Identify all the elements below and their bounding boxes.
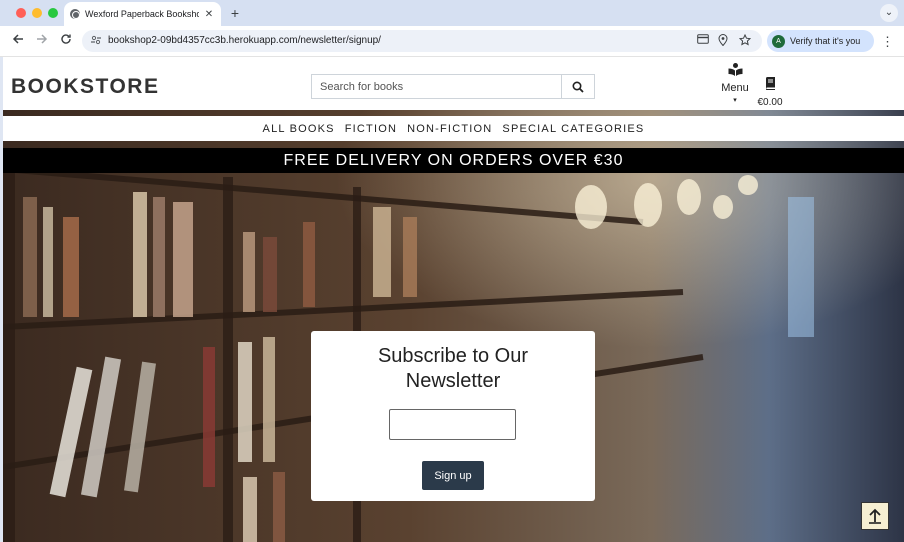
avatar: A	[772, 34, 785, 48]
caret-down-icon: ▾	[733, 97, 737, 104]
location-pin-icon[interactable]	[716, 34, 730, 49]
email-field[interactable]	[389, 409, 516, 440]
browser-tab-strip: Wexford Paperback Bookshop ✕ + ⌄	[0, 0, 904, 26]
url-text[interactable]: bookshop2-09bd4357cc3b.herokuapp.com/new…	[108, 35, 381, 46]
sign-up-button[interactable]: Sign up	[422, 461, 484, 490]
menu-dropdown[interactable]: Menu ▾	[717, 63, 753, 104]
verify-identity-chip[interactable]: A Verify that it's you	[767, 30, 874, 52]
arrow-right-icon	[37, 34, 48, 44]
browser-tab[interactable]: Wexford Paperback Bookshop ✕	[64, 2, 221, 26]
delivery-banner: FREE DELIVERY ON ORDERS OVER €30	[3, 148, 904, 173]
tab-close-icon[interactable]: ✕	[203, 9, 215, 20]
browser-menu-icon[interactable]: ⋮	[881, 34, 894, 50]
search-input[interactable]	[312, 75, 562, 98]
site-header: BOOKSTORE Menu ▾ €0.00	[3, 57, 904, 110]
shopping-bag-link[interactable]: €0.00	[755, 77, 785, 108]
tab-title: Wexford Paperback Bookshop	[85, 9, 199, 19]
search-button[interactable]	[561, 75, 594, 98]
main-nav: ALL BOOKS FICTION NON-FICTION SPECIAL CA…	[3, 116, 904, 141]
page-viewport: BOOKSTORE Menu ▾ €0.00 ALL BOOKS FICTION…	[3, 57, 904, 542]
site-logo[interactable]: BOOKSTORE	[11, 75, 159, 99]
window-minimize-button[interactable]	[32, 8, 42, 18]
address-bar[interactable]: bookshop2-09bd4357cc3b.herokuapp.com/new…	[82, 30, 762, 52]
globe-icon	[70, 9, 80, 19]
browser-toolbar: bookshop2-09bd4357cc3b.herokuapp.com/new…	[0, 26, 904, 57]
search-icon	[572, 80, 584, 93]
newsletter-title: Subscribe to Our Newsletter	[377, 345, 529, 392]
new-tab-button[interactable]: +	[228, 5, 242, 21]
back-button[interactable]	[10, 33, 26, 49]
window-close-button[interactable]	[16, 8, 26, 18]
verify-label: Verify that it's you	[790, 36, 861, 46]
book-icon	[765, 77, 775, 91]
nav-fiction[interactable]: FICTION	[345, 123, 397, 135]
card-icon[interactable]	[696, 34, 710, 47]
back-to-top-button[interactable]	[861, 502, 889, 530]
arrow-up-icon	[869, 508, 881, 524]
tab-search-button[interactable]: ⌄	[880, 4, 898, 22]
reload-button[interactable]	[58, 33, 74, 49]
forward-button[interactable]	[34, 33, 50, 49]
book-reader-icon	[728, 63, 742, 76]
window-zoom-button[interactable]	[48, 8, 58, 18]
arrow-left-icon	[12, 34, 23, 44]
cart-total: €0.00	[757, 97, 783, 108]
nav-non-fiction[interactable]: NON-FICTION	[407, 123, 492, 135]
menu-label: Menu	[721, 82, 749, 94]
nav-special-categories[interactable]: SPECIAL CATEGORIES	[502, 123, 644, 135]
bookmark-star-icon[interactable]	[738, 33, 752, 49]
nav-all-books[interactable]: ALL BOOKS	[263, 123, 335, 135]
search-form	[311, 74, 595, 99]
reload-icon	[61, 34, 71, 44]
newsletter-signup-card: Subscribe to Our Newsletter Sign up	[311, 331, 595, 501]
site-info-icon[interactable]	[90, 34, 102, 49]
delivery-banner-text: FREE DELIVERY ON ORDERS OVER €30	[283, 151, 624, 169]
